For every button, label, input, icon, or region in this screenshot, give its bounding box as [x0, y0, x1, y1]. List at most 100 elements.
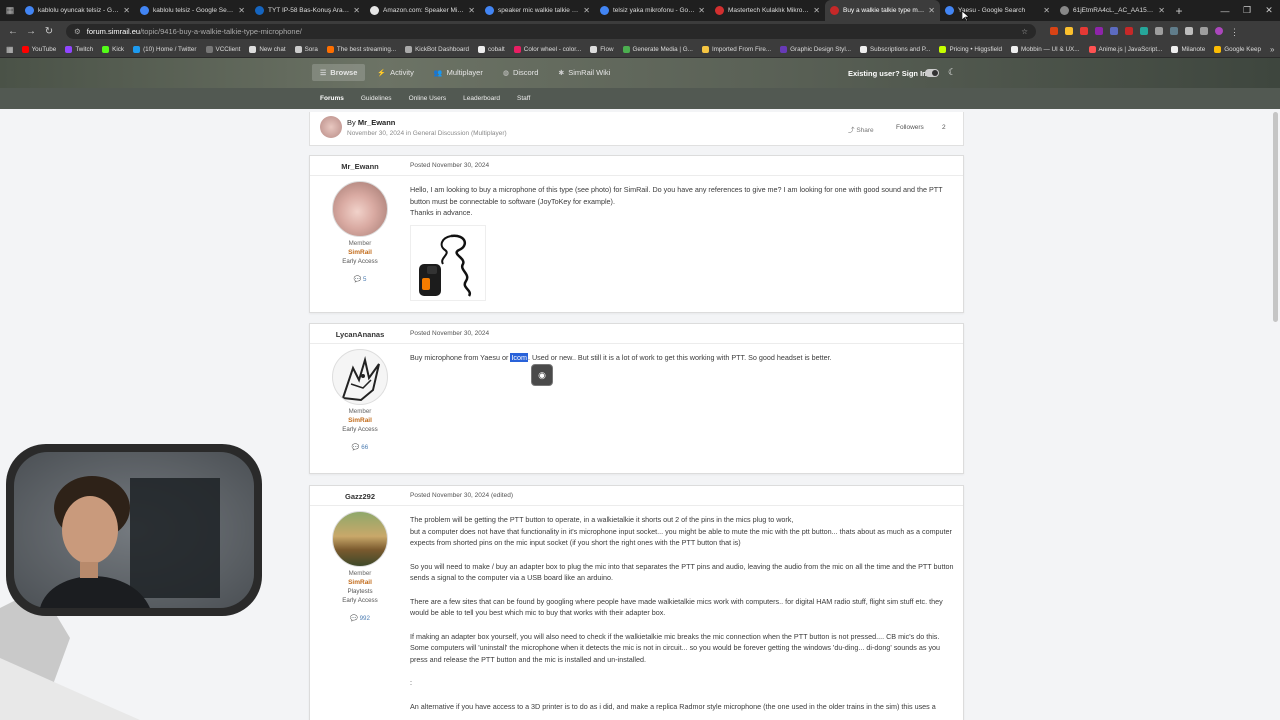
- post-date[interactable]: Posted November 30, 2024: [410, 330, 489, 337]
- bookmark-item[interactable]: Graphic Design Styl...: [780, 45, 851, 53]
- subnav-item-leaderboard[interactable]: Leaderboard: [463, 95, 500, 102]
- site-nav-browse[interactable]: ☰ Browse: [312, 64, 366, 81]
- bookmark-item[interactable]: Anime.js | JavaScript...: [1088, 45, 1162, 53]
- back-icon[interactable]: ←: [4, 26, 22, 37]
- menu-icon[interactable]: ⋮: [1230, 27, 1239, 37]
- browser-tab[interactable]: kablolu oyuncak telsiz - Goog ✕: [20, 0, 135, 21]
- share-button[interactable]: ⤴ Share: [848, 124, 874, 134]
- site-nav-simrail-wiki[interactable]: ✱ SimRail Wiki: [550, 64, 618, 81]
- forward-icon[interactable]: →: [22, 26, 40, 37]
- page-scrollbar[interactable]: [1273, 112, 1278, 322]
- theme-toggle[interactable]: [925, 69, 939, 77]
- browser-tab[interactable]: Buy a walkie talkie type micro ✕: [825, 0, 940, 21]
- close-tab-icon[interactable]: ✕: [1158, 6, 1165, 15]
- bookmark-item[interactable]: Flow: [590, 45, 614, 53]
- extension-icon[interactable]: [1080, 27, 1088, 35]
- close-tab-icon[interactable]: ✕: [698, 6, 705, 15]
- subnav-item-staff[interactable]: Staff: [517, 95, 530, 102]
- extension-icon[interactable]: [1170, 27, 1178, 35]
- post-attachment-image[interactable]: [410, 224, 486, 301]
- post-count[interactable]: 💬 992: [310, 614, 410, 622]
- bookmark-item[interactable]: Google Keep: [1214, 45, 1261, 53]
- selected-text[interactable]: Icom: [510, 353, 528, 362]
- topic-author-link[interactable]: Mr_Ewann: [358, 118, 396, 127]
- sign-in-link[interactable]: Existing user? Sign In: [848, 69, 927, 78]
- post-date[interactable]: Posted November 30, 2024 (edited): [410, 492, 513, 499]
- extension-icon[interactable]: [1050, 27, 1058, 35]
- extension-icon[interactable]: [1140, 27, 1148, 35]
- avatar[interactable]: [332, 349, 388, 405]
- maximize-icon[interactable]: ❐: [1236, 0, 1258, 21]
- reload-icon[interactable]: ↻: [40, 26, 58, 37]
- apps-icon[interactable]: ▦: [6, 45, 14, 54]
- topic-category-link[interactable]: General Discussion (Multiplayer): [413, 130, 507, 137]
- bookmark-item[interactable]: Imported From Fire...: [701, 45, 771, 53]
- browser-tab[interactable]: Mastertech Kulaklık Mikrofon ✕: [710, 0, 825, 21]
- browser-tab[interactable]: TYT IP-58 Bas-Konuş Araç ve ✕: [250, 0, 365, 21]
- bookmark-item[interactable]: New chat: [249, 45, 286, 53]
- avatar[interactable]: [332, 511, 388, 567]
- followers-count[interactable]: 2: [942, 124, 946, 131]
- extension-icon[interactable]: [1065, 27, 1073, 35]
- post-count[interactable]: 💬 66: [310, 443, 410, 451]
- close-tab-icon[interactable]: ✕: [928, 6, 935, 15]
- close-window-icon[interactable]: ✕: [1258, 0, 1280, 21]
- bookmark-item[interactable]: The best streaming...: [326, 45, 396, 53]
- bookmark-item[interactable]: Generate Media | G...: [622, 45, 693, 53]
- subnav-item-forums[interactable]: Forums: [320, 95, 344, 102]
- profile-avatar[interactable]: [1215, 27, 1223, 35]
- bookmark-item[interactable]: Mobbin — UI & UX...: [1011, 45, 1080, 53]
- post-author-name[interactable]: Gazz292: [310, 492, 410, 501]
- browser-tab[interactable]: telsiz yaka mikrofonu - Googl ✕: [595, 0, 710, 21]
- browser-tab[interactable]: kablolu telsiz - Google Search ✕: [135, 0, 250, 21]
- bookmark-item[interactable]: YouTube: [21, 45, 56, 53]
- selection-search-button[interactable]: ◉: [531, 364, 553, 386]
- extension-icon[interactable]: [1125, 27, 1133, 35]
- close-tab-icon[interactable]: ✕: [468, 6, 475, 15]
- subnav-item-online-users[interactable]: Online Users: [409, 95, 447, 102]
- close-tab-icon[interactable]: ✕: [813, 6, 820, 15]
- post-date[interactable]: Posted November 30, 2024: [410, 162, 489, 169]
- extension-icon[interactable]: [1110, 27, 1118, 35]
- bookmark-item[interactable]: Twitch: [65, 45, 93, 53]
- bookmark-item[interactable]: Subscriptions and P...: [859, 45, 930, 53]
- bookmark-item[interactable]: Milanote: [1171, 45, 1205, 53]
- bookmark-item[interactable]: VCClient: [205, 45, 240, 53]
- close-tab-icon[interactable]: ✕: [583, 6, 590, 15]
- moon-icon[interactable]: ☾: [948, 67, 956, 78]
- post-author-name[interactable]: Mr_Ewann: [310, 162, 410, 171]
- browser-tab[interactable]: 61jEtmRA4cL._AC_AA152_.jpg ✕: [1055, 0, 1170, 21]
- browser-tab[interactable]: speaker mic walkie talkie - Go ✕: [480, 0, 595, 21]
- close-tab-icon[interactable]: ✕: [238, 6, 245, 15]
- bookmark-item[interactable]: Sora: [294, 45, 318, 53]
- bookmark-item[interactable]: Kick: [102, 45, 124, 53]
- bookmark-star-icon[interactable]: ☆: [1021, 27, 1028, 36]
- url-bar[interactable]: ⚙ forum.simrail.eu /topic/9416-buy-a-wal…: [66, 23, 1036, 39]
- post-count[interactable]: 💬 5: [310, 275, 410, 283]
- tab-search-icon[interactable]: ▦: [0, 0, 20, 21]
- avatar[interactable]: [332, 181, 388, 237]
- bookmark-item[interactable]: Color wheel - color...: [513, 45, 581, 53]
- post-author-name[interactable]: LycanAnanas: [310, 330, 410, 339]
- topic-author-avatar[interactable]: [320, 116, 342, 138]
- followers-button[interactable]: Followers: [896, 124, 924, 131]
- close-tab-icon[interactable]: ✕: [353, 6, 360, 15]
- bookmark-item[interactable]: Pricing • Higgsfield: [939, 45, 1002, 53]
- extensions-puzzle-icon[interactable]: [1185, 27, 1193, 35]
- site-nav-activity[interactable]: ⚡ Activity: [369, 64, 421, 81]
- subnav-item-guidelines[interactable]: Guidelines: [361, 95, 392, 102]
- new-tab-button[interactable]: +: [1170, 4, 1188, 18]
- bookmark-item[interactable]: KickBot Dashboard: [405, 45, 469, 53]
- extension-icon[interactable]: [1095, 27, 1103, 35]
- more-bookmarks-icon[interactable]: »: [1270, 45, 1274, 54]
- close-tab-icon[interactable]: ✕: [123, 6, 130, 15]
- browser-tab[interactable]: Yaesu - Google Search ✕: [940, 0, 1055, 21]
- site-nav-multiplayer[interactable]: 👥 Multiplayer: [426, 64, 491, 81]
- bookmark-item[interactable]: cobalt: [477, 45, 505, 53]
- site-info-icon[interactable]: ⚙: [74, 27, 81, 36]
- close-tab-icon[interactable]: ✕: [1043, 6, 1050, 15]
- site-nav-discord[interactable]: ◍ Discord: [495, 64, 547, 81]
- extension-icon[interactable]: [1155, 27, 1163, 35]
- minimize-icon[interactable]: —: [1214, 0, 1236, 21]
- bookmark-item[interactable]: (10) Home / Twitter: [133, 45, 197, 53]
